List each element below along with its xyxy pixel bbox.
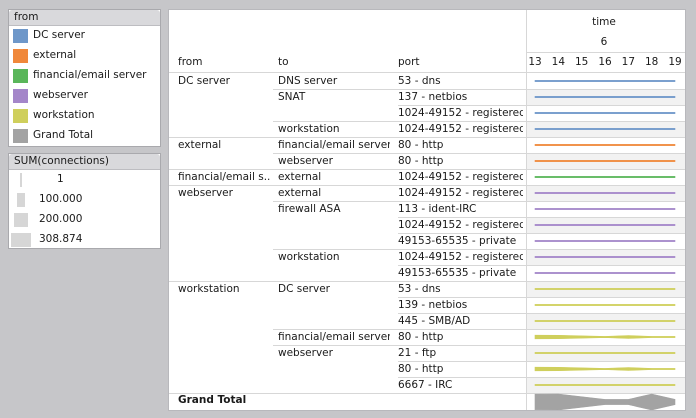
size-swatch	[14, 213, 28, 227]
area-mark[interactable]	[534, 96, 676, 98]
size-legend-label: 100.000	[39, 193, 83, 205]
size-legend-item[interactable]: 1	[9, 170, 160, 190]
area-mark[interactable]	[534, 272, 676, 274]
area-mark[interactable]	[534, 366, 676, 372]
color-swatch	[13, 129, 28, 143]
area-mark[interactable]	[534, 240, 676, 242]
area-mark[interactable]	[534, 256, 676, 258]
area-mark[interactable]	[534, 334, 676, 340]
color-legend-label: workstation	[33, 109, 95, 121]
color-swatch	[13, 69, 28, 83]
area-mark[interactable]	[534, 112, 676, 114]
area-mark[interactable]	[534, 224, 676, 226]
area-mark[interactable]	[534, 128, 676, 130]
color-legend-item[interactable]: DC server	[9, 26, 160, 46]
color-legend-label: external	[33, 49, 77, 61]
size-legend-label: 200.000	[39, 213, 83, 225]
color-swatch	[13, 89, 28, 103]
area-mark[interactable]	[534, 80, 676, 82]
size-legend: SUM(connections) 1 100.000 200.000 308.874	[8, 153, 161, 249]
size-legend-item[interactable]: 100.000	[9, 190, 160, 210]
color-legend: from DC server external financial/email se…	[8, 9, 161, 147]
size-legend-label: 308.874	[39, 233, 83, 245]
color-legend-label: Grand Total	[33, 129, 94, 141]
color-legend-label: webserver	[33, 89, 88, 101]
area-mark[interactable]	[534, 384, 676, 386]
size-swatch	[11, 233, 31, 247]
area-mark[interactable]	[534, 176, 676, 178]
color-legend-label: DC server	[33, 29, 85, 41]
color-legend-title: from	[9, 10, 160, 26]
size-legend-item[interactable]: 200.000	[9, 210, 160, 230]
chart-marks	[534, 80, 676, 410]
area-mark[interactable]	[534, 352, 676, 354]
grand-total-mark[interactable]	[534, 393, 676, 410]
color-legend-item[interactable]: external	[9, 46, 160, 66]
size-legend-item[interactable]: 308.874	[9, 230, 160, 250]
size-legend-label: 1	[57, 173, 64, 185]
area-mark[interactable]	[534, 144, 676, 146]
color-legend-item[interactable]: workstation	[9, 106, 160, 126]
color-legend-item[interactable]: webserver	[9, 86, 160, 106]
size-swatch	[20, 173, 22, 187]
color-legend-label: financial/email server	[33, 69, 147, 81]
area-mark[interactable]	[534, 192, 676, 194]
color-swatch	[13, 109, 28, 123]
area-mark[interactable]	[534, 160, 676, 162]
color-swatch	[13, 29, 28, 43]
area-mark[interactable]	[534, 304, 676, 306]
area-mark[interactable]	[534, 208, 676, 210]
color-legend-item[interactable]: Grand Total	[9, 126, 160, 146]
area-mark[interactable]	[534, 288, 676, 290]
area-mark[interactable]	[534, 320, 676, 322]
size-swatch	[17, 193, 25, 207]
size-legend-title: SUM(connections)	[9, 154, 160, 170]
crosstab-view[interactable]: time 6 from to port 13 14 15 16 17 18 19 DC se…	[168, 9, 686, 411]
color-legend-item[interactable]: financial/email server	[9, 66, 160, 86]
color-swatch	[13, 49, 28, 63]
